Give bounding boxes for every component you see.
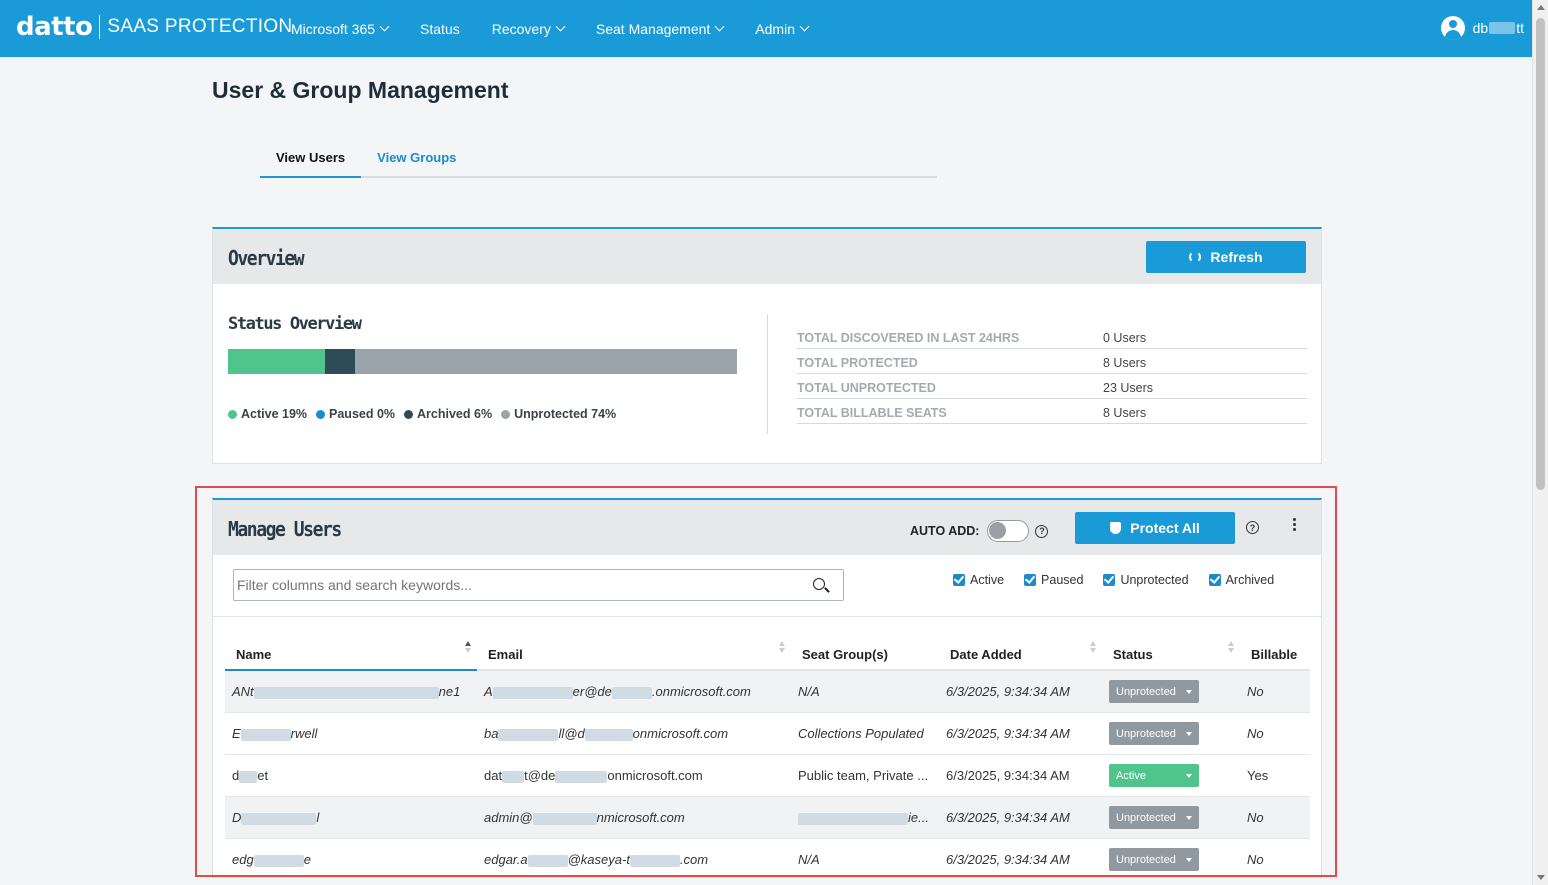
top-nav-bar: datto SAAS PROTECTION Microsoft 365 Stat… — [0, 0, 1532, 57]
nav-seat-management[interactable]: Seat Management — [596, 21, 725, 37]
username-suffix: tt — [1516, 20, 1524, 36]
refresh-icon — [1189, 251, 1202, 263]
user-menu[interactable]: db tt — [1440, 16, 1524, 40]
legend-paused: Paused 0% — [316, 407, 395, 421]
legend-archived: Archived 6% — [404, 407, 492, 421]
nav-admin[interactable]: Admin — [755, 21, 810, 37]
chevron-down-icon — [714, 21, 725, 32]
legend-unprotected: Unprotected 74% — [501, 407, 616, 421]
chevron-down-icon — [555, 21, 566, 32]
scroll-up-arrow-icon[interactable] — [1537, 5, 1545, 10]
tab-view-groups[interactable]: View Groups — [361, 140, 472, 176]
nav-status[interactable]: Status — [420, 21, 460, 37]
brand[interactable]: datto SAAS PROTECTION — [16, 12, 292, 42]
progress-segment-archived — [324, 349, 356, 374]
progress-segment-active — [228, 349, 325, 374]
main-nav: Microsoft 365 Status Recovery Seat Manag… — [291, 0, 840, 57]
brand-divider — [99, 15, 101, 39]
status-legend: Active 19% Paused 0% Archived 6% Unprote… — [228, 407, 625, 421]
stat-row: TOTAL BILLABLE SEATS 8 Users — [797, 399, 1307, 424]
nav-microsoft-365[interactable]: Microsoft 365 — [291, 21, 390, 37]
refresh-label: Refresh — [1210, 249, 1263, 265]
chevron-down-icon — [379, 21, 390, 32]
legend-dot-icon — [228, 409, 237, 419]
overview-divider — [767, 314, 768, 434]
user-avatar-icon — [1440, 16, 1465, 40]
legend-active: Active 19% — [228, 407, 307, 421]
legend-dot-icon — [501, 409, 511, 419]
username-prefix: db — [1472, 20, 1489, 36]
vertical-scrollbar[interactable] — [1532, 0, 1548, 885]
chevron-down-icon — [799, 21, 810, 32]
legend-dot-icon — [316, 409, 326, 419]
status-progress-bar — [228, 349, 737, 374]
refresh-button[interactable]: Refresh — [1146, 241, 1306, 273]
tab-bar: View Users View Groups — [260, 140, 937, 178]
highlight-outline — [195, 486, 1337, 877]
scroll-down-arrow-icon[interactable] — [1537, 875, 1545, 880]
legend-dot-icon — [404, 409, 414, 419]
redacted-text — [1489, 22, 1516, 34]
nav-recovery[interactable]: Recovery — [492, 21, 566, 37]
tab-view-users[interactable]: View Users — [260, 140, 362, 178]
overview-title: Overview — [228, 246, 305, 270]
product-name: SAAS PROTECTION — [107, 16, 293, 37]
status-overview-title: Status Overview — [228, 314, 362, 334]
stats-list: TOTAL DISCOVERED IN LAST 24HRS 0 Users TO… — [797, 324, 1307, 424]
scrollbar-thumb[interactable] — [1536, 18, 1545, 490]
page-title: User & Group Management — [212, 77, 509, 103]
overview-panel: Overview Refresh Status Overview Active … — [212, 227, 1322, 464]
stat-row: TOTAL PROTECTED 8 Users — [797, 349, 1307, 374]
stat-row: TOTAL DISCOVERED IN LAST 24HRS 0 Users — [797, 324, 1307, 349]
datto-logo: datto — [16, 12, 93, 42]
overview-header: Overview Refresh — [213, 229, 1321, 284]
stat-row: TOTAL UNPROTECTED 23 Users — [797, 374, 1307, 399]
